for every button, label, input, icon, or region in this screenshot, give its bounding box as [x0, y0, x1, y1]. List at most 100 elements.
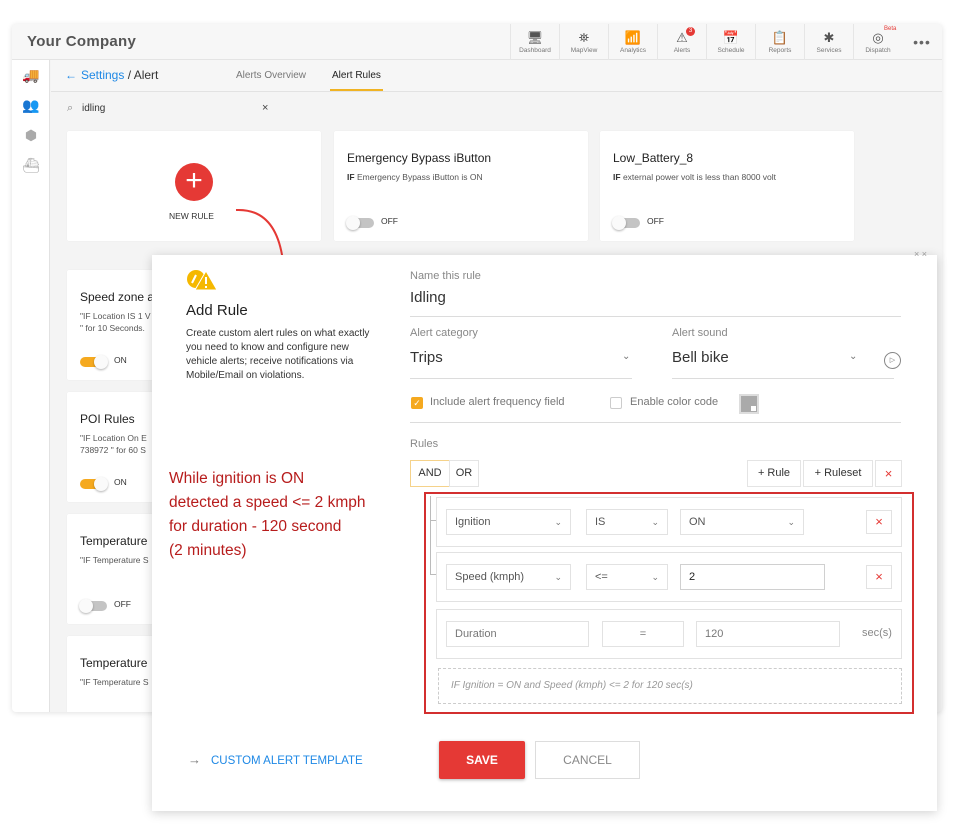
back-arrow-icon[interactable]: ← [65, 68, 77, 82]
add-ruleset-button[interactable]: + Ruleset [803, 460, 873, 487]
duration-value-input[interactable]: 120 [696, 621, 840, 647]
rule-toggle[interactable] [80, 355, 108, 369]
rule-condition-line: "IF Location IS 1 V [80, 311, 151, 321]
toggle-state: ON [114, 355, 127, 365]
box-icon[interactable]: ⬢ [12, 120, 50, 150]
delete-ruleset-button[interactable]: × [875, 460, 902, 487]
divider [410, 422, 901, 423]
main-nav: 🖥 Dashboard ⛯ MapView 📶 Analytics ⚠ 3 Alerts … [510, 24, 942, 60]
toggle-knob [94, 477, 108, 491]
search-input[interactable]: idling [82, 103, 105, 114]
nav-dispatch[interactable]: ◎ Beta Dispatch [853, 24, 902, 60]
condition-row: Ignition ⌄ IS ⌄ ON ⌄ × [436, 497, 902, 547]
include-frequency-checkbox[interactable]: ✓ [411, 397, 423, 409]
duration-operator: = [602, 621, 684, 647]
enable-color-checkbox[interactable] [610, 397, 622, 409]
ship-icon[interactable]: ⛴ [12, 150, 50, 180]
truck-icon[interactable]: 🚚 [12, 60, 50, 90]
breadcrumb-settings-link[interactable]: Settings [81, 68, 124, 82]
duration-field: Duration [446, 621, 589, 647]
custom-alert-template-link[interactable]: → CUSTOM ALERT TEMPLATE [188, 752, 363, 767]
rule-title: Temperature [80, 534, 148, 548]
rule-condition: external power volt is less than 8000 vo… [622, 172, 777, 182]
rule-card[interactable]: Low_Battery_8 IF external power volt is … [600, 131, 854, 241]
analytics-icon: 📶 [624, 30, 642, 45]
and-toggle-button[interactable]: AND [410, 460, 450, 487]
toggle-knob [94, 355, 108, 369]
template-link-label: CUSTOM ALERT TEMPLATE [211, 755, 363, 767]
rule-condition-line: "IF Location On E [80, 433, 147, 443]
rule-toggle[interactable] [79, 599, 107, 613]
calendar-icon: 📅 [722, 30, 740, 45]
chevron-down-icon[interactable]: ⌄ [622, 351, 630, 362]
remove-condition-button[interactable]: × [866, 510, 892, 534]
remove-condition-button[interactable]: × [866, 565, 892, 589]
chevron-down-icon: ⌄ [787, 517, 795, 527]
color-picker-swatch[interactable] [739, 394, 759, 414]
modal-description: Create custom alert rules on what exactl… [186, 328, 370, 381]
play-sound-icon[interactable]: ▷ [884, 352, 901, 369]
rule-name-input[interactable]: Idling [410, 289, 446, 306]
toggle-knob [612, 216, 626, 230]
select-value: Speed (kmph) [455, 571, 525, 583]
rule-card[interactable]: Emergency Bypass iButton IF Emergency By… [334, 131, 588, 241]
users-icon[interactable]: 👥 [12, 90, 50, 120]
duration-row: Duration = 120 sec(s) [436, 609, 902, 659]
rule-name-label: Name this rule [410, 270, 481, 282]
rule-title: Low_Battery_8 [613, 151, 694, 165]
chevron-down-icon: ⌄ [651, 517, 659, 527]
nav-label: MapView [570, 47, 598, 54]
toggle-state: OFF [647, 216, 664, 226]
rule-condition-line: "IF Temperature S [80, 555, 149, 565]
alert-sound-label: Alert sound [672, 327, 728, 339]
nav-services[interactable]: ✱ Services [804, 24, 853, 60]
nav-analytics[interactable]: 📶 Analytics [608, 24, 657, 60]
chevron-down-icon[interactable]: ⌄ [849, 351, 857, 362]
nav-alerts[interactable]: ⚠ 3 Alerts [657, 24, 706, 60]
annotation-line: for duration - 120 second [169, 518, 342, 535]
nav-schedule[interactable]: 📅 Schedule [706, 24, 755, 60]
report-icon: 📋 [771, 30, 789, 45]
rule-toggle[interactable] [612, 216, 640, 230]
rule-description: "IF Location IS 1 V " for 10 Seconds. [80, 310, 151, 334]
tools-icon: ✱ [823, 30, 835, 45]
save-button[interactable]: SAVE [439, 741, 525, 779]
toggle-state: OFF [114, 599, 131, 609]
or-toggle-button[interactable]: OR [449, 460, 479, 487]
if-keyword: IF [613, 172, 621, 182]
add-rule-button[interactable]: + Rule [747, 460, 801, 487]
rule-condition-line: 738972 " for 60 S [80, 445, 146, 455]
nav-reports[interactable]: 📋 Reports [755, 24, 804, 60]
alert-sound-select[interactable]: Bell bike [672, 349, 729, 366]
nav-dashboard[interactable]: 🖥 Dashboard [510, 24, 559, 60]
toggle-knob [79, 599, 93, 613]
nav-label: Schedule [717, 47, 745, 54]
rule-toggle[interactable] [346, 216, 374, 230]
clear-search-button[interactable]: × [262, 102, 268, 114]
condition-field-select[interactable]: Speed (kmph) ⌄ [446, 564, 571, 590]
condition-field-select[interactable]: Ignition ⌄ [446, 509, 571, 535]
close-icon[interactable]: × × [914, 249, 927, 259]
alert-category-label: Alert category [410, 327, 478, 339]
condition-operator-select[interactable]: IS ⌄ [586, 509, 668, 535]
search-icon: ⌕ [67, 102, 74, 114]
tab-alerts-overview[interactable]: Alerts Overview [236, 70, 306, 81]
more-menu-button[interactable]: ••• [902, 24, 942, 60]
condition-value-input[interactable]: 2 [680, 564, 825, 590]
rule-description: IF external power volt is less than 8000… [613, 171, 776, 183]
nav-mapview[interactable]: ⛯ MapView [559, 24, 608, 60]
divider [410, 316, 901, 317]
toggle-knob [346, 216, 360, 230]
alert-category-select[interactable]: Trips [410, 349, 443, 366]
add-rule-plus-icon[interactable]: + [175, 163, 213, 201]
condition-operator-select[interactable]: <= ⌄ [586, 564, 668, 590]
condition-value-select[interactable]: ON ⌄ [680, 509, 804, 535]
dispatch-icon: ◎ [872, 30, 884, 45]
rule-toggle[interactable] [80, 477, 108, 491]
cancel-button[interactable]: CANCEL [535, 741, 640, 779]
rule-title: POI Rules [80, 412, 135, 426]
enable-color-label: Enable color code [630, 396, 719, 408]
speed-alert-icon [187, 270, 218, 291]
sidebar: 🚚 👥 ⬢ ⛴ [12, 60, 50, 712]
tab-alert-rules[interactable]: Alert Rules [330, 70, 383, 91]
